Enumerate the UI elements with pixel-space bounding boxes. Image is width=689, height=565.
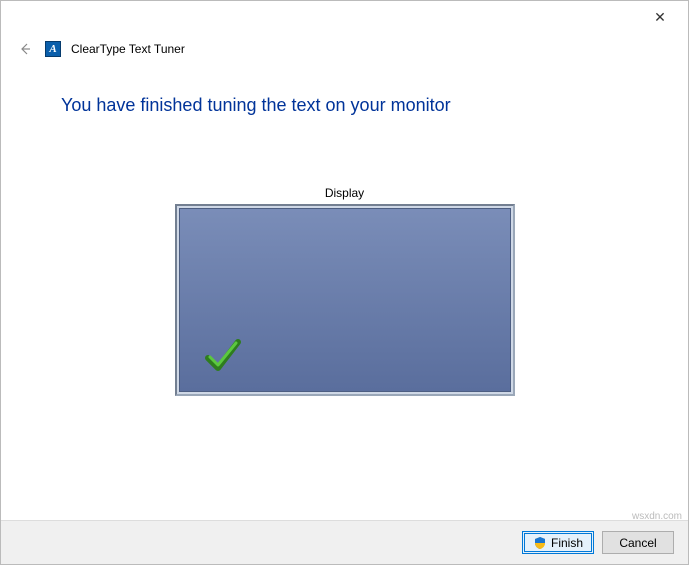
- app-title: ClearType Text Tuner: [71, 42, 185, 56]
- shield-icon: [533, 536, 547, 550]
- monitor-preview-frame: [175, 204, 515, 396]
- monitor-preview-screen: [179, 208, 511, 392]
- finish-button[interactable]: Finish: [522, 531, 594, 554]
- app-icon: A: [45, 41, 61, 57]
- titlebar: ✕: [1, 1, 688, 33]
- page-heading: You have finished tuning the text on you…: [61, 95, 628, 116]
- wizard-window: ✕ A ClearType Text Tuner You have finish…: [0, 0, 689, 565]
- wizard-footer: Finish Cancel: [1, 520, 688, 564]
- close-icon: ✕: [654, 9, 666, 26]
- back-arrow-icon: [17, 41, 33, 57]
- wizard-header: A ClearType Text Tuner: [1, 33, 688, 65]
- checkmark-icon: [202, 334, 244, 379]
- close-button[interactable]: ✕: [640, 3, 680, 31]
- cancel-button-label: Cancel: [619, 536, 656, 550]
- finish-button-label: Finish: [551, 536, 583, 550]
- display-label: Display: [61, 186, 628, 200]
- back-button[interactable]: [15, 39, 35, 59]
- content-area: You have finished tuning the text on you…: [1, 65, 688, 520]
- cancel-button[interactable]: Cancel: [602, 531, 674, 554]
